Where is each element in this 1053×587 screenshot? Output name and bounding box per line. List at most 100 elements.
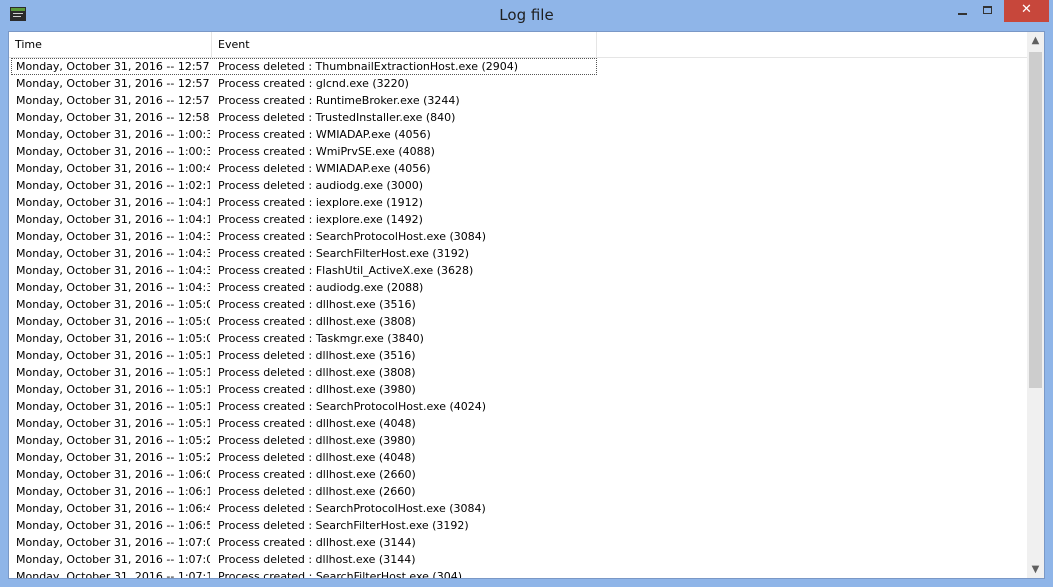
cell-time: Monday, October 31, 2016 -- 1:05:1...: [16, 417, 210, 430]
column-header-event[interactable]: Event: [212, 32, 597, 57]
table-row[interactable]: Monday, October 31, 2016 -- 1:07:0... Pro…: [9, 534, 1027, 551]
log-file-window: Log file ✕ Time Event Monday, October 31…: [0, 0, 1053, 587]
log-list-view[interactable]: Time Event Monday, October 31, 2016 -- 1…: [8, 31, 1045, 579]
cell-event: Process created : iexplore.exe (1912): [218, 196, 423, 209]
cell-event: Process deleted : SearchProtocolHost.exe…: [218, 502, 486, 515]
title-bar[interactable]: Log file ✕: [0, 0, 1053, 31]
cell-event: Process created : dllhost.exe (4048): [218, 417, 416, 430]
cell-time: Monday, October 31, 2016 -- 12:57:...: [16, 94, 210, 107]
table-row[interactable]: Monday, October 31, 2016 -- 12:57:... Pro…: [9, 75, 1027, 92]
cell-event: Process created : dllhost.exe (3144): [218, 536, 416, 549]
table-row[interactable]: Monday, October 31, 2016 -- 12:57:... Pro…: [9, 92, 1027, 109]
cell-event: Process deleted : dllhost.exe (2660): [218, 485, 416, 498]
cell-event: Process created : dllhost.exe (3516): [218, 298, 416, 311]
table-row[interactable]: Monday, October 31, 2016 -- 1:04:3... Pro…: [9, 279, 1027, 296]
table-row[interactable]: Monday, October 31, 2016 -- 1:06:0... Pro…: [9, 466, 1027, 483]
cell-time: Monday, October 31, 2016 -- 1:06:5...: [16, 519, 210, 532]
table-row[interactable]: Monday, October 31, 2016 -- 1:05:1... Pro…: [9, 364, 1027, 381]
cell-event: Process created : WmiPrvSE.exe (4088): [218, 145, 435, 158]
cell-event: Process created : dllhost.exe (3980): [218, 383, 416, 396]
cell-event: Process deleted : dllhost.exe (3980): [218, 434, 416, 447]
table-row[interactable]: Monday, October 31, 2016 -- 1:05:2... Pro…: [9, 449, 1027, 466]
cell-event: Process created : SearchFilterHost.exe (…: [218, 570, 462, 578]
cell-time: Monday, October 31, 2016 -- 1:07:0...: [16, 536, 210, 549]
list-header: Time Event: [9, 32, 1027, 58]
table-row[interactable]: Monday, October 31, 2016 -- 1:07:0... Pro…: [9, 551, 1027, 568]
cell-time: Monday, October 31, 2016 -- 1:04:1...: [16, 213, 210, 226]
table-row[interactable]: Monday, October 31, 2016 -- 1:05:1... Pro…: [9, 398, 1027, 415]
column-header-time[interactable]: Time: [9, 32, 212, 57]
cell-event: Process deleted : audiodg.exe (3000): [218, 179, 424, 192]
cell-event: Process deleted : dllhost.exe (4048): [218, 451, 416, 464]
cell-time: Monday, October 31, 2016 -- 1:06:1...: [16, 485, 210, 498]
table-row[interactable]: Monday, October 31, 2016 -- 1:05:1... Pro…: [9, 415, 1027, 432]
maximize-icon: [983, 6, 992, 14]
cell-time: Monday, October 31, 2016 -- 1:05:1...: [16, 349, 210, 362]
table-row[interactable]: Monday, October 31, 2016 -- 1:02:1... Pro…: [9, 177, 1027, 194]
table-row[interactable]: Monday, October 31, 2016 -- 1:06:4... Pro…: [9, 500, 1027, 517]
cell-event: Process deleted : TrustedInstaller.exe (…: [218, 111, 456, 124]
table-row[interactable]: Monday, October 31, 2016 -- 1:04:1... Pro…: [9, 211, 1027, 228]
window-title: Log file: [499, 6, 554, 24]
cell-time: Monday, October 31, 2016 -- 1:07:1...: [16, 570, 210, 578]
table-row[interactable]: Monday, October 31, 2016 -- 1:05:1... Pro…: [9, 381, 1027, 398]
table-row[interactable]: Monday, October 31, 2016 -- 1:00:4... Pro…: [9, 160, 1027, 177]
cell-time: Monday, October 31, 2016 -- 1:05:0...: [16, 315, 210, 328]
cell-event: Process created : dllhost.exe (3808): [218, 315, 416, 328]
cell-time: Monday, October 31, 2016 -- 12:57:...: [16, 77, 210, 90]
table-row[interactable]: Monday, October 31, 2016 -- 1:07:1... Pro…: [9, 568, 1027, 578]
cell-event: Process created : SearchProtocolHost.exe…: [218, 230, 487, 243]
cell-event: Process created : SearchProtocolHost.exe…: [218, 400, 487, 413]
table-row[interactable]: Monday, October 31, 2016 -- 1:06:1... Pro…: [9, 483, 1027, 500]
close-button[interactable]: ✕: [1004, 0, 1049, 22]
scroll-down-icon[interactable]: ▼: [1027, 561, 1044, 578]
table-row[interactable]: Monday, October 31, 2016 -- 1:05:0... Pro…: [9, 296, 1027, 313]
close-icon: ✕: [1021, 2, 1032, 17]
cell-time: Monday, October 31, 2016 -- 1:07:0...: [16, 553, 210, 566]
table-row[interactable]: Monday, October 31, 2016 -- 1:05:1... Pro…: [9, 347, 1027, 364]
cell-event: Process created : FlashUtil_ActiveX.exe …: [218, 264, 474, 277]
cell-time: Monday, October 31, 2016 -- 1:04:3...: [16, 247, 210, 260]
table-row[interactable]: Monday, October 31, 2016 -- 12:57:... Pro…: [9, 58, 1027, 75]
table-row[interactable]: Monday, October 31, 2016 -- 1:04:3... Pro…: [9, 245, 1027, 262]
cell-event: Process created : Taskmgr.exe (3840): [218, 332, 424, 345]
cell-time: Monday, October 31, 2016 -- 1:06:0...: [16, 468, 210, 481]
cell-time: Monday, October 31, 2016 -- 1:04:3...: [16, 264, 210, 277]
cell-event: Process created : iexplore.exe (1492): [218, 213, 423, 226]
cell-event: Process created : RuntimeBroker.exe (324…: [218, 94, 460, 107]
cell-time: Monday, October 31, 2016 -- 1:05:2...: [16, 434, 210, 447]
cell-event: Process created : dllhost.exe (2660): [218, 468, 416, 481]
scroll-up-icon[interactable]: ▲: [1027, 32, 1044, 49]
cell-time: Monday, October 31, 2016 -- 1:05:2...: [16, 451, 210, 464]
maximize-button[interactable]: [976, 0, 1000, 22]
cell-time: Monday, October 31, 2016 -- 1:05:0...: [16, 332, 210, 345]
cell-event: Process created : audiodg.exe (2088): [218, 281, 424, 294]
scroll-thumb[interactable]: [1029, 52, 1042, 388]
cell-time: Monday, October 31, 2016 -- 12:57:...: [16, 60, 210, 73]
table-row[interactable]: Monday, October 31, 2016 -- 1:04:3... Pro…: [9, 262, 1027, 279]
table-row[interactable]: Monday, October 31, 2016 -- 1:00:3... Pro…: [9, 126, 1027, 143]
table-row[interactable]: Monday, October 31, 2016 -- 1:04:3... Pro…: [9, 228, 1027, 245]
cell-time: Monday, October 31, 2016 -- 1:02:1...: [16, 179, 210, 192]
cell-time: Monday, October 31, 2016 -- 1:04:3...: [16, 230, 210, 243]
cell-event: Process created : WMIADAP.exe (4056): [218, 128, 431, 141]
cell-time: Monday, October 31, 2016 -- 1:05:0...: [16, 298, 210, 311]
cell-time: Monday, October 31, 2016 -- 1:00:4...: [16, 162, 210, 175]
cell-time: Monday, October 31, 2016 -- 1:05:1...: [16, 400, 210, 413]
table-row[interactable]: Monday, October 31, 2016 -- 12:58:... Pro…: [9, 109, 1027, 126]
vertical-scrollbar[interactable]: ▲ ▼: [1027, 32, 1044, 578]
table-row[interactable]: Monday, October 31, 2016 -- 1:06:5... Pro…: [9, 517, 1027, 534]
cell-event: Process deleted : dllhost.exe (3516): [218, 349, 416, 362]
cell-time: Monday, October 31, 2016 -- 1:06:4...: [16, 502, 210, 515]
table-row[interactable]: Monday, October 31, 2016 -- 1:05:0... Pro…: [9, 330, 1027, 347]
table-row[interactable]: Monday, October 31, 2016 -- 1:05:0... Pro…: [9, 313, 1027, 330]
table-row[interactable]: Monday, October 31, 2016 -- 1:05:2... Pro…: [9, 432, 1027, 449]
cell-time: Monday, October 31, 2016 -- 1:00:3...: [16, 145, 210, 158]
table-row[interactable]: Monday, October 31, 2016 -- 1:04:1... Pro…: [9, 194, 1027, 211]
cell-event: Process deleted : dllhost.exe (3144): [218, 553, 416, 566]
cell-time: Monday, October 31, 2016 -- 1:05:1...: [16, 383, 210, 396]
table-row[interactable]: Monday, October 31, 2016 -- 1:00:3... Pro…: [9, 143, 1027, 160]
cell-time: Monday, October 31, 2016 -- 1:04:1...: [16, 196, 210, 209]
minimize-button[interactable]: [950, 0, 976, 22]
cell-event: Process deleted : ThumbnailExtractionHos…: [218, 60, 519, 73]
